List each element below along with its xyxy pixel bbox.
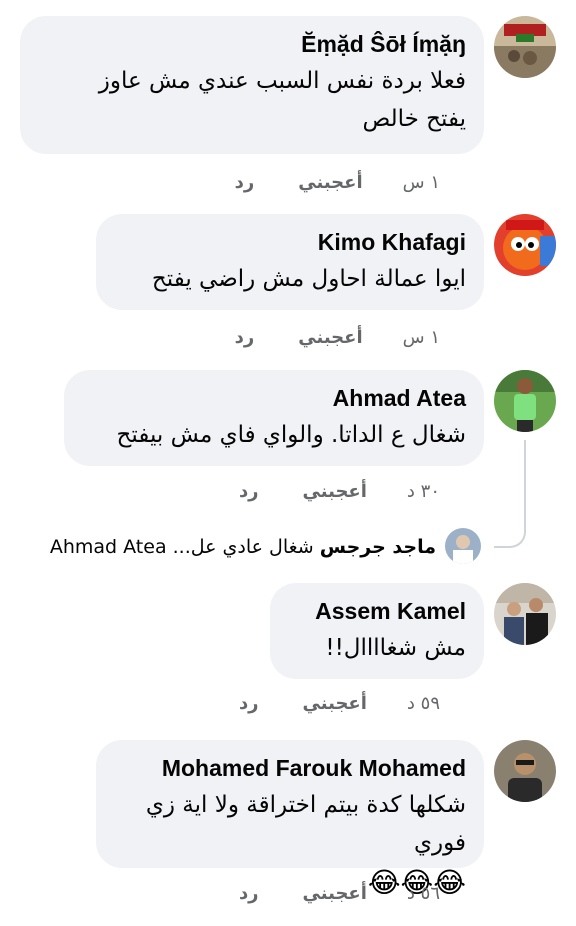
reply-button[interactable]: رد [239, 883, 259, 904]
reply-button[interactable]: رد [235, 327, 255, 348]
commenter-name[interactable]: Kimo Khafagi [114, 228, 466, 256]
comment-text: فعلا بردة نفس السبب عندي مش عاوز يفتح خا… [38, 62, 466, 138]
comment-bubble: Mohamed Farouk Mohamed شكلها كدة بيتم اخ… [96, 740, 484, 899]
comment-time[interactable]: ٣٠ د [407, 481, 440, 502]
comment-text-line: مش شغاااال!! [325, 635, 466, 661]
reply-author-name[interactable]: ماجد جرجس [320, 536, 436, 558]
reply-preview[interactable]: ماجد جرجس شغال عادي عل... Ahmad Atea [50, 536, 436, 558]
comment-bubble: Ĕṃặd Ŝōł Íṃặŋ فعلا بردة نفس السبب عندي م… [20, 16, 484, 154]
commenter-name[interactable]: Ĕṃặd Ŝōł Íṃặŋ [38, 30, 466, 58]
reply-snippet: شغال عادي عل... [172, 536, 314, 558]
comment-text-line: يفتح خالص [362, 106, 466, 132]
comment-time[interactable]: ٥٩ د [407, 693, 440, 714]
like-button[interactable]: أعجبني [298, 327, 362, 348]
comment-text: ايوا عمالة احاول مش راضي يفتح [114, 260, 466, 298]
comment-text: مش شغاااال!! [288, 629, 466, 667]
comment-actions: ٥٦ د أعجبني رد [239, 883, 440, 904]
commenter-avatar[interactable] [494, 16, 556, 78]
comment-actions: ٣٠ د أعجبني رد [239, 481, 440, 502]
comment-text-line: شغال ع الداتا. والواي فاي مش بيفتح [116, 422, 466, 448]
comment-bubble: Ahmad Atea شغال ع الداتا. والواي فاي مش … [64, 370, 484, 466]
commenter-name[interactable]: Assem Kamel [288, 597, 466, 625]
comment-time[interactable]: ١ س [403, 327, 440, 348]
comment-text-line: ايوا عمالة احاول مش راضي يفتح [151, 266, 466, 292]
reply-avatar[interactable] [445, 528, 481, 564]
commenter-avatar[interactable] [494, 740, 556, 802]
comment-bubble: Assem Kamel مش شغاااال!! [270, 583, 484, 679]
reply-mention[interactable]: Ahmad Atea [50, 536, 167, 558]
commenter-name[interactable]: Mohamed Farouk Mohamed [114, 754, 466, 782]
commenter-avatar[interactable] [494, 583, 556, 645]
reply-button[interactable]: رد [239, 693, 259, 714]
comment-time[interactable]: ١ س [403, 172, 440, 193]
comment-bubble: Kimo Khafagi ايوا عمالة احاول مش راضي يف… [96, 214, 484, 310]
like-button[interactable]: أعجبني [303, 883, 367, 904]
commenter-avatar[interactable] [494, 214, 556, 276]
like-button[interactable]: أعجبني [303, 481, 367, 502]
like-button[interactable]: أعجبني [303, 693, 367, 714]
comment-text-line: فعلا بردة نفس السبب عندي مش عاوز [98, 68, 466, 94]
comment-text-line: شكلها كدة بيتم اختراقة ولا اية زي فوري [145, 792, 466, 856]
commenter-name[interactable]: Ahmad Atea [82, 384, 466, 412]
like-button[interactable]: أعجبني [298, 172, 362, 193]
reply-button[interactable]: رد [235, 172, 255, 193]
comment-text: شغال ع الداتا. والواي فاي مش بيفتح [82, 416, 466, 454]
comment-text: شكلها كدة بيتم اختراقة ولا اية زي فوري [114, 786, 466, 862]
reply-button[interactable]: رد [239, 481, 259, 502]
comment-actions: ١ س أعجبني رد [235, 327, 440, 348]
comment-time[interactable]: ٥٦ د [407, 883, 440, 904]
thread-connector-line [494, 440, 526, 548]
comment-actions: ١ س أعجبني رد [235, 172, 440, 193]
comment-actions: ٥٩ د أعجبني رد [239, 693, 440, 714]
commenter-avatar[interactable] [494, 370, 556, 432]
